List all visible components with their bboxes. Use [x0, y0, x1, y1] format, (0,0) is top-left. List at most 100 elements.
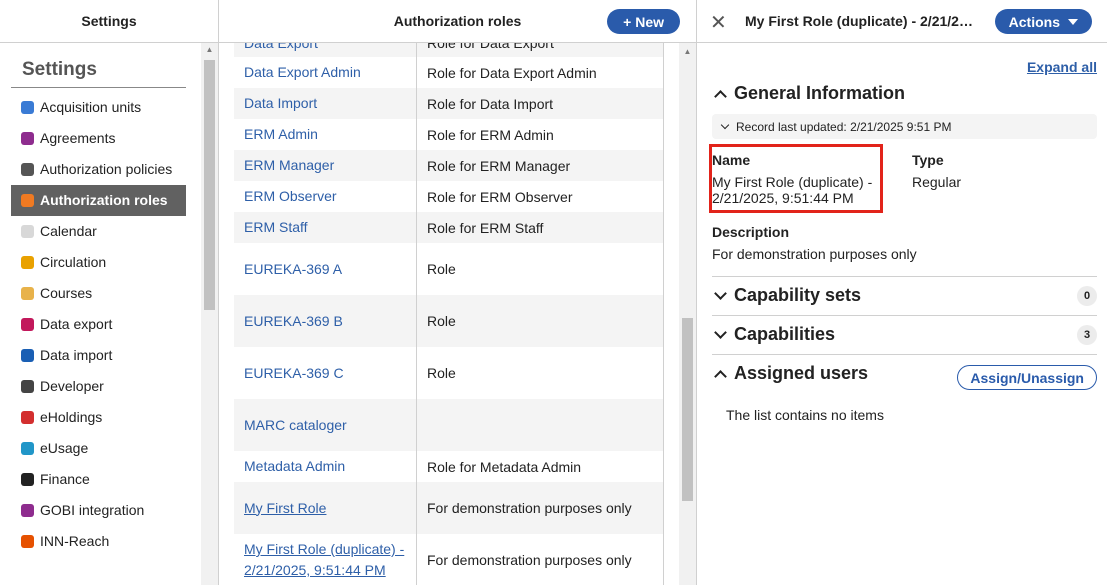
table-row[interactable]: ERM Admin Role for ERM Admin [234, 119, 664, 150]
table-row[interactable]: ERM Staff Role for ERM Staff [234, 212, 664, 243]
table-row[interactable]: Data Export Admin Role for Data Export Ad… [234, 57, 664, 88]
table-row[interactable]: Data Import Role for Data Import [234, 88, 664, 119]
role-description-cell: Role for ERM Manager [417, 150, 664, 181]
role-name-link[interactable]: ERM Staff [244, 217, 308, 238]
developer-icon [21, 380, 34, 393]
scrollbar-thumb[interactable] [682, 318, 693, 501]
sidebar-item[interactable]: eHoldings [11, 402, 186, 433]
sidebar-item[interactable]: GOBI integration [11, 495, 186, 526]
capability-sets-accordion[interactable]: Capability sets [712, 285, 1097, 306]
authorization-roles-icon [21, 194, 34, 207]
actions-button-label: Actions [1008, 13, 1060, 30]
new-role-button[interactable]: + New [607, 9, 680, 34]
sidebar-item-label: Finance [40, 471, 90, 487]
settings-nav-scrollbar[interactable]: ▲ [201, 43, 218, 585]
role-name-link[interactable]: EUREKA-369 C [244, 363, 344, 384]
role-description-cell: Role [417, 295, 664, 347]
role-name-link[interactable]: ERM Manager [244, 155, 334, 176]
role-name-cell: ERM Staff [234, 212, 417, 243]
settings-heading: Settings [11, 51, 186, 88]
role-description-cell: For demonstration purposes only [417, 482, 664, 534]
sidebar-item[interactable]: Authorization roles [11, 185, 186, 216]
sidebar-item-label: Calendar [40, 223, 97, 239]
sidebar-item[interactable]: Developer [11, 371, 186, 402]
table-row[interactable]: Data Export Role for Data Export [234, 43, 664, 57]
roles-pane-title: Authorization roles [393, 13, 522, 29]
eusage-icon [21, 442, 34, 455]
assign-unassign-button[interactable]: Assign/Unassign [957, 365, 1097, 390]
table-row[interactable]: My First Role For demonstration purposes … [234, 482, 664, 534]
role-name-cell: ERM Admin [234, 119, 417, 150]
general-information-accordion[interactable]: General Information [712, 83, 1097, 104]
role-description-cell: Role for ERM Staff [417, 212, 664, 243]
sidebar-item[interactable]: Authorization policies [11, 154, 186, 185]
table-row[interactable]: EUREKA-369 A Role [234, 243, 664, 295]
role-description-cell: Role for Data Export Admin [417, 57, 664, 88]
sidebar-item-label: Authorization roles [40, 192, 168, 208]
role-name-cell: EUREKA-369 C [234, 347, 417, 399]
role-name-link[interactable]: ERM Observer [244, 186, 337, 207]
sidebar-item[interactable]: INN-Reach [11, 526, 186, 557]
detail-pane-header: ✕ My First Role (duplicate) - 2/21/2025,… [697, 0, 1107, 43]
sidebar-item[interactable]: eUsage [11, 433, 186, 464]
general-information-heading: General Information [734, 83, 906, 103]
role-description-cell: Role for ERM Observer [417, 181, 664, 212]
sidebar-item[interactable]: Finance [11, 464, 186, 495]
role-name-link[interactable]: Data Import [244, 93, 317, 114]
data-import-icon [21, 349, 34, 362]
gobi-integration-icon [21, 504, 34, 517]
close-icon[interactable]: ✕ [710, 10, 727, 35]
table-row[interactable]: Metadata Admin Role for Metadata Admin [234, 451, 664, 482]
settings-nav-list: Settings Acquisition units Agreements Auth… [0, 43, 201, 585]
sidebar-item[interactable]: Courses [11, 278, 186, 309]
table-row[interactable]: MARC cataloger [234, 399, 664, 451]
chevron-down-icon [714, 326, 727, 339]
sidebar-item[interactable]: Circulation [11, 247, 186, 278]
capability-sets-heading: Capability sets [734, 285, 862, 305]
role-name-link[interactable]: EUREKA-369 A [244, 259, 342, 280]
sidebar-item[interactable]: Calendar [11, 216, 186, 247]
sidebar-item[interactable]: Data export [11, 309, 186, 340]
capabilities-accordion[interactable]: Capabilities [712, 324, 1097, 345]
role-name-link[interactable]: ERM Admin [244, 124, 318, 145]
actions-button[interactable]: Actions [994, 9, 1092, 34]
scrollbar-thumb[interactable] [204, 60, 215, 310]
record-metadata-toggle[interactable]: Record last updated: 2/21/2025 9:51 PM [712, 114, 1097, 139]
table-row[interactable]: EUREKA-369 B Role [234, 295, 664, 347]
role-name-link[interactable]: Metadata Admin [244, 456, 345, 477]
role-name-link[interactable]: Data Export [244, 43, 318, 54]
sidebar-item[interactable]: Agreements [11, 123, 186, 154]
scroll-up-arrow-icon[interactable]: ▲ [201, 45, 218, 54]
role-name-link[interactable]: Data Export Admin [244, 62, 361, 83]
name-highlight-box [709, 144, 883, 213]
role-name-cell: Data Export [234, 43, 417, 57]
role-name-link[interactable]: My First Role (duplicate) - 2/21/2025, 9… [244, 539, 406, 581]
role-name-link[interactable]: MARC cataloger [244, 415, 347, 436]
role-name-cell: Data Export Admin [234, 57, 417, 88]
sidebar-item-label: Data export [40, 316, 113, 332]
sidebar-item-label: Agreements [40, 130, 116, 146]
sidebar-item-label: Circulation [40, 254, 107, 270]
table-row[interactable]: EUREKA-369 C Role [234, 347, 664, 399]
role-description-cell: Role for Data Export [417, 43, 664, 57]
sidebar-item[interactable]: Acquisition units [11, 92, 186, 123]
role-name-cell: ERM Observer [234, 181, 417, 212]
sidebar-item[interactable]: Data import [11, 340, 186, 371]
roles-table: Data ExportRole for Data ExportData Expo… [234, 43, 664, 585]
role-name-cell: Data Import [234, 88, 417, 119]
courses-icon [21, 287, 34, 300]
expand-all-link[interactable]: Expand all [1027, 59, 1097, 75]
scroll-up-arrow-icon[interactable]: ▲ [679, 47, 696, 56]
table-row[interactable]: My First Role (duplicate) - 2/21/2025, 9… [234, 534, 664, 585]
divider [712, 354, 1097, 355]
table-row[interactable]: ERM Manager Role for ERM Manager [234, 150, 664, 181]
role-name-link[interactable]: My First Role [244, 498, 326, 519]
circulation-icon [21, 256, 34, 269]
role-name-link[interactable]: EUREKA-369 B [244, 311, 343, 332]
role-name-cell: EUREKA-369 A [234, 243, 417, 295]
roles-list-scrollbar[interactable]: ▲ [679, 43, 696, 585]
role-description-cell: Role for ERM Admin [417, 119, 664, 150]
table-row[interactable]: ERM Observer Role for ERM Observer [234, 181, 664, 212]
gear-icon [21, 163, 34, 176]
role-description-cell: Role for Data Import [417, 88, 664, 119]
